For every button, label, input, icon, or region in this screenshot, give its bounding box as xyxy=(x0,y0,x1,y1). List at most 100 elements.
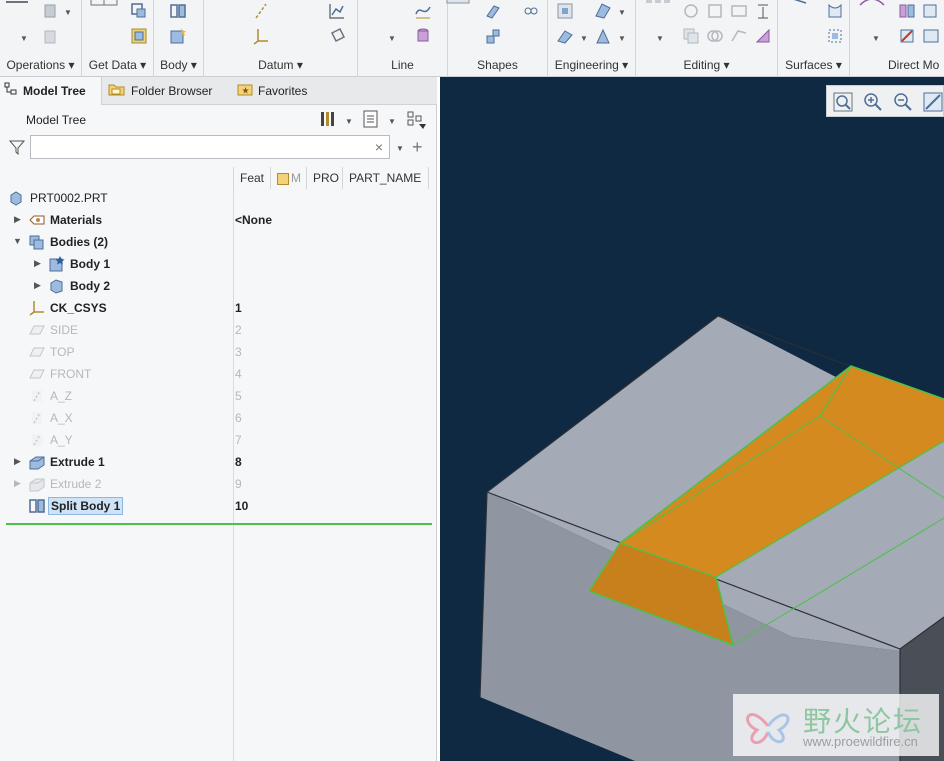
show-icon[interactable] xyxy=(362,110,380,128)
mirror-icon[interactable] xyxy=(682,2,700,20)
tree-item-split-body-1[interactable]: Split Body 1 10 xyxy=(0,495,437,517)
tree-item-materials[interactable]: ▶ Materials <None xyxy=(0,209,437,231)
chevron-down-icon[interactable]: ▼ xyxy=(618,34,626,43)
substitute-icon[interactable] xyxy=(922,27,940,45)
copy-geometry-icon[interactable] xyxy=(130,2,148,20)
axis-icon[interactable] xyxy=(252,2,270,20)
collapse-icon[interactable]: ▼ xyxy=(13,236,22,246)
model-view[interactable] xyxy=(440,77,944,761)
tree-root[interactable]: PRT0002.PRT xyxy=(0,187,437,209)
sweep-icon[interactable] xyxy=(484,2,502,20)
operations-icon[interactable] xyxy=(4,0,32,8)
repaint-icon[interactable] xyxy=(923,92,943,112)
ribbon-group-label[interactable]: Datum ▾ xyxy=(204,58,357,72)
intersect-icon[interactable] xyxy=(706,27,724,45)
pattern-icon[interactable] xyxy=(644,0,672,6)
extend-icon[interactable] xyxy=(706,2,724,20)
tree-item-ck-csys[interactable]: CK_CSYS 1 xyxy=(0,297,437,319)
search-field[interactable]: × xyxy=(30,135,390,159)
flexible-modeling-icon[interactable] xyxy=(858,0,886,6)
ribbon-group-label[interactable]: Body ▾ xyxy=(154,58,203,72)
tab-model-tree[interactable]: Model Tree xyxy=(0,77,102,105)
extrude-icon[interactable] xyxy=(446,0,472,6)
chevron-down-icon[interactable]: ▼ xyxy=(580,34,588,43)
chevron-down-icon[interactable]: ▼ xyxy=(656,34,664,43)
draft-icon[interactable] xyxy=(594,27,612,45)
boundary-blend-icon[interactable] xyxy=(786,0,810,6)
blend-icon[interactable] xyxy=(484,27,502,45)
paste-icon[interactable] xyxy=(42,2,60,20)
tree-item-extrude-1[interactable]: ▶ Extrude 1 8 xyxy=(0,451,437,473)
ribbon-group-label[interactable]: Surfaces ▾ xyxy=(778,58,849,72)
move-icon[interactable] xyxy=(898,2,916,20)
expand-icon[interactable]: ▶ xyxy=(34,258,41,269)
split-body-icon[interactable] xyxy=(169,2,187,20)
user-defined-feature-icon[interactable] xyxy=(90,0,118,8)
tab-folder-browser[interactable]: Folder Browser xyxy=(104,77,229,105)
tree-item-top[interactable]: TOP 3 xyxy=(0,341,437,363)
ribbon-group-label[interactable]: Operations ▾ xyxy=(0,58,81,72)
transform-icon[interactable] xyxy=(922,2,940,20)
column-m[interactable]: M xyxy=(270,167,306,189)
thicken-icon[interactable] xyxy=(754,27,772,45)
merge-icon[interactable] xyxy=(682,27,700,45)
expand-icon[interactable]: ▶ xyxy=(14,478,21,489)
copy-icon[interactable] xyxy=(42,28,60,46)
close-icon[interactable]: × xyxy=(375,139,383,155)
filter-icon[interactable] xyxy=(8,139,26,156)
column-part-name[interactable]: PART_NAME xyxy=(342,167,428,189)
tree-item-a-y[interactable]: A_Y 7 xyxy=(0,429,437,451)
tree-item-side[interactable]: SIDE 2 xyxy=(0,319,437,341)
search-input[interactable] xyxy=(31,136,361,158)
chevron-down-icon[interactable]: ▼ xyxy=(20,34,28,43)
fill-icon[interactable] xyxy=(826,2,844,20)
freestyle-icon[interactable] xyxy=(826,27,844,45)
zoom-in-icon[interactable] xyxy=(863,92,883,112)
column-pro[interactable]: PRO xyxy=(306,167,342,189)
chevron-down-icon[interactable]: ▼ xyxy=(872,34,880,43)
shrinkwrap-icon[interactable] xyxy=(130,27,148,45)
coordinate-system-icon[interactable] xyxy=(252,27,270,45)
tree-item-body-2[interactable]: ▶ Body 2 xyxy=(0,275,437,297)
ribbon-group-label[interactable]: Get Data ▾ xyxy=(82,58,153,72)
chevron-down-icon[interactable]: ▼ xyxy=(388,34,396,43)
tree-item-a-z[interactable]: A_Z 5 xyxy=(0,385,437,407)
chevron-down-icon[interactable]: ▼ xyxy=(64,8,72,17)
helical-sweep-icon[interactable] xyxy=(522,2,540,20)
remove-icon[interactable] xyxy=(898,27,916,45)
tree-filters-icon[interactable] xyxy=(406,110,428,130)
expand-icon[interactable]: ▶ xyxy=(14,456,21,467)
graph-icon[interactable] xyxy=(328,2,346,20)
hole-icon[interactable] xyxy=(556,2,574,20)
tree-item-bodies[interactable]: ▼ Bodies (2) xyxy=(0,231,437,253)
tab-favorites[interactable]: ★ Favorites xyxy=(233,77,323,105)
graphics-viewport[interactable] xyxy=(440,77,944,761)
shell-icon[interactable] xyxy=(556,27,574,45)
chevron-down-icon[interactable]: ▼ xyxy=(618,8,626,17)
tree-item-extrude-2[interactable]: ▶ Extrude 2 9 xyxy=(0,473,437,495)
plane-icon[interactable] xyxy=(212,0,236,6)
ribbon-group-label[interactable]: Editing ▾ xyxy=(636,58,777,72)
trim-icon[interactable] xyxy=(730,2,748,20)
sketch-plane-icon[interactable] xyxy=(328,27,346,45)
chevron-down-icon[interactable]: ▼ xyxy=(345,117,353,126)
add-icon[interactable]: + xyxy=(412,137,423,158)
curve-icon[interactable] xyxy=(414,2,432,20)
column-feat[interactable]: Feat xyxy=(233,167,270,189)
tree-item-front[interactable]: FRONT 4 xyxy=(0,363,437,385)
project-icon[interactable] xyxy=(730,27,748,45)
zoom-out-icon[interactable] xyxy=(893,92,913,112)
expand-icon[interactable]: ▶ xyxy=(34,280,41,291)
tree-settings-icon[interactable] xyxy=(318,109,338,129)
expand-icon[interactable]: ▶ xyxy=(14,214,21,225)
new-body-icon[interactable] xyxy=(169,27,187,45)
tree-item-body-1[interactable]: ▶ Body 1 xyxy=(0,253,437,275)
refit-icon[interactable] xyxy=(833,92,853,112)
round-icon[interactable] xyxy=(594,2,612,20)
ribbon-group-label[interactable]: Engineering ▾ xyxy=(548,58,635,72)
cosmetic-icon[interactable] xyxy=(414,27,432,45)
chevron-down-icon[interactable]: ▼ xyxy=(396,144,404,153)
chevron-down-icon[interactable]: ▼ xyxy=(388,117,396,126)
insert-here-marker[interactable] xyxy=(6,523,432,525)
offset-icon[interactable] xyxy=(754,2,772,20)
